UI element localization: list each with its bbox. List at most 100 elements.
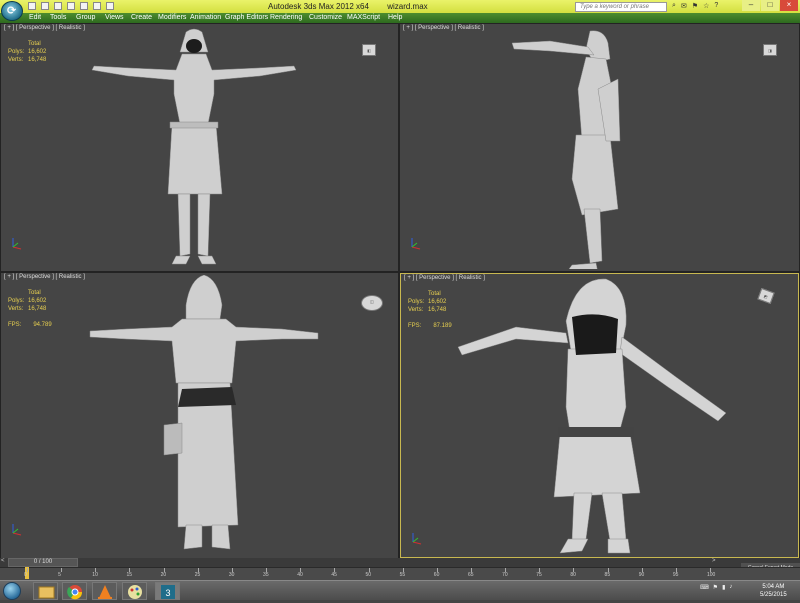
time-prev-icon[interactable]: < — [0, 558, 5, 564]
menu-help[interactable]: Help — [388, 14, 402, 21]
communication-icon[interactable]: ⚑ — [692, 2, 698, 10]
verts-label: Verts: — [8, 57, 24, 63]
poly-stats: Total Polys: 16,602 Verts: 16,748 — [8, 40, 46, 64]
fps-label: FPS: — [408, 323, 422, 329]
menu-views[interactable]: Views — [105, 14, 124, 21]
verts-value: 16,748 — [28, 57, 47, 63]
menu-animation[interactable]: Animation — [190, 14, 221, 21]
fetch-icon[interactable] — [106, 2, 114, 10]
polys-label: Polys: — [8, 49, 25, 55]
search-input[interactable]: Type a keyword or phrase — [575, 2, 667, 12]
menu-maxscript[interactable]: MAXScript — [347, 14, 380, 21]
search-icon[interactable]: ⌕ — [672, 2, 676, 10]
verts-label: Verts: — [408, 307, 424, 313]
taskbar-paint[interactable] — [122, 582, 147, 600]
ruler-tick-label: 50 — [365, 572, 372, 578]
taskbar-file-explorer[interactable] — [33, 582, 58, 600]
stats-total: Total — [28, 41, 41, 47]
taskbar: 3 ⌨ ⚑ ▮ ♪ 5:04 AM 5/25/2015 — [0, 580, 800, 600]
volume-icon[interactable]: ♪ — [729, 584, 732, 591]
time-slider[interactable]: 0 / 100 — [8, 558, 78, 567]
action-center-icon[interactable]: ⚑ — [713, 584, 718, 591]
menu-rendering[interactable]: Rendering — [270, 14, 302, 21]
viewport-label[interactable]: [ + ] [ Perspective ] [ Realistic ] — [4, 25, 85, 31]
app-title: Autodesk 3ds Max 2012 x64 — [268, 2, 369, 11]
save-file-icon[interactable] — [54, 2, 62, 10]
viewport-label[interactable]: [ + ] [ Perspective ] [ Realistic ] — [4, 274, 85, 280]
start-button[interactable] — [3, 582, 21, 600]
track-bar[interactable]: 0 5 10 15 20 25 30 35 40 45 50 55 60 65 70 75 80 85 90 95 10… — [0, 567, 800, 580]
ruler-tick-label: 15 — [126, 572, 132, 578]
ruler-tick-label: 80 — [570, 572, 576, 578]
ruler-tick-label: 5 — [58, 572, 61, 578]
app-logo-icon: ⟳ — [7, 5, 17, 17]
close-button[interactable]: × — [780, 0, 798, 11]
ruler-tick-label: 0 — [24, 572, 27, 578]
quick-access-toolbar — [28, 2, 114, 10]
viewport-side[interactable]: [ + ] [ Perspective ] [ Realistic ] ◨ — [400, 24, 799, 271]
menu-customize[interactable]: Customize — [309, 14, 342, 21]
undo-icon[interactable] — [67, 2, 75, 10]
ruler-tick-label: 90 — [638, 572, 645, 578]
viewport-label[interactable]: [ + ] [ Perspective ] [ Realistic ] — [403, 25, 484, 31]
poly-stats: Total Polys: 16,602 Verts: 16,748 — [408, 290, 446, 314]
title-bar: Autodesk 3ds Max 2012 x64 wizard.max Typ… — [0, 0, 800, 13]
polys-value: 16,602 — [28, 49, 47, 55]
stats-total: Total — [28, 290, 41, 296]
help-icon[interactable]: ? — [714, 2, 718, 10]
stats-total: Total — [428, 291, 441, 297]
ruler-tick-label: 75 — [536, 572, 542, 578]
fps-label: FPS: — [8, 322, 22, 328]
character-back-model[interactable] — [86, 275, 326, 557]
viewcube-icon[interactable]: ◨ — [763, 44, 777, 56]
ruler-tick — [61, 568, 63, 572]
new-file-icon[interactable] — [28, 2, 36, 10]
viewport-front[interactable]: [ + ] [ Perspective ] [ Realistic ] Tota… — [1, 24, 398, 271]
ruler-tick-label: 35 — [263, 572, 269, 578]
ruler-tick-label: 85 — [604, 572, 611, 578]
ruler-tick-label: 25 — [194, 572, 201, 578]
time-next-icon[interactable]: > — [712, 558, 716, 564]
clock-date: 5/25/2015 — [760, 592, 787, 598]
viewport-perspective[interactable]: [ + ] [ Perspective ] [ Realistic ] Tota… — [400, 273, 799, 558]
file-name: wizard.max — [387, 2, 428, 11]
ruler-tick-label: 40 — [297, 572, 303, 578]
viewcube-icon[interactable]: ◩ — [757, 287, 775, 305]
menu-tools[interactable]: Tools — [50, 14, 66, 21]
clock[interactable]: 5:04 AM 5/25/2015 — [760, 583, 787, 599]
menu-create[interactable]: Create — [131, 14, 152, 21]
viewcube-icon[interactable]: ◧ — [362, 44, 376, 56]
viewport-back[interactable]: [ + ] [ Perspective ] [ Realistic ] Tota… — [1, 273, 398, 558]
favorites-icon[interactable]: ☆ — [703, 2, 709, 10]
menu-edit[interactable]: Edit — [29, 14, 41, 21]
character-side-model[interactable] — [510, 29, 660, 269]
ruler-tick-label: 55 — [399, 572, 406, 578]
verts-value: 16,748 — [428, 307, 447, 313]
minimize-button[interactable]: – — [742, 0, 760, 11]
network-icon[interactable]: ▮ — [722, 584, 725, 591]
menu-bar: Edit Tools Group Views Create Modifiers … — [0, 13, 800, 23]
viewcube-icon[interactable]: ◫ — [361, 295, 383, 311]
taskbar-3ds-max[interactable]: 3 — [155, 582, 180, 600]
character-perspective-model[interactable] — [456, 277, 756, 557]
folder-icon — [38, 586, 55, 599]
application-menu-button[interactable]: ⟳ — [1, 1, 23, 21]
menu-modifiers[interactable]: Modifiers — [158, 14, 186, 21]
fps-readout: FPS: 87.189 — [408, 323, 452, 329]
maximize-button[interactable]: □ — [761, 0, 779, 11]
taskbar-chrome[interactable] — [62, 582, 87, 600]
paint-icon — [128, 585, 142, 599]
ruler-tick-label: 60 — [433, 572, 440, 578]
subscription-icon[interactable]: ✉ — [681, 2, 687, 10]
polys-value: 16,602 — [428, 299, 447, 305]
ruler-tick-label: 10 — [92, 572, 98, 578]
taskbar-vlc[interactable] — [92, 582, 117, 600]
menu-group[interactable]: Group — [76, 14, 95, 21]
hold-icon[interactable] — [93, 2, 101, 10]
redo-icon[interactable] — [80, 2, 88, 10]
open-file-icon[interactable] — [41, 2, 49, 10]
menu-graph-editors[interactable]: Graph Editors — [225, 14, 268, 21]
keyboard-icon[interactable]: ⌨ — [700, 584, 709, 591]
verts-label: Verts: — [8, 306, 24, 312]
character-front-model[interactable] — [86, 24, 306, 271]
